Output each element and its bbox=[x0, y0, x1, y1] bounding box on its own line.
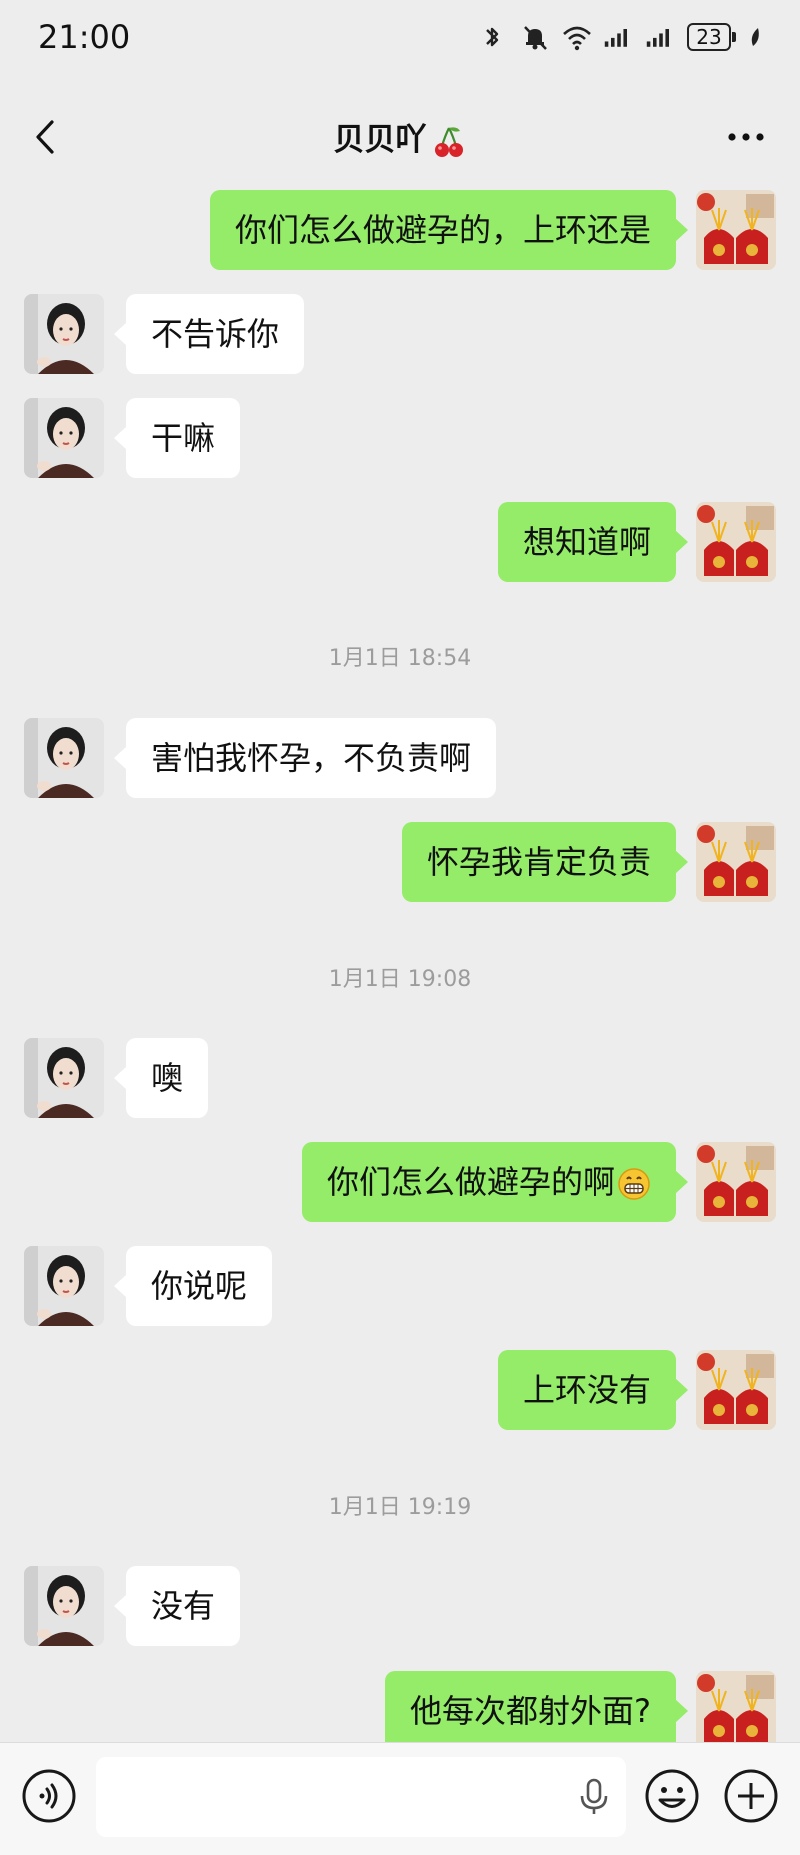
girl-portrait-avatar-image bbox=[24, 1566, 104, 1646]
message-bubble-outgoing[interactable]: 他每次都射外面? bbox=[385, 1671, 688, 1742]
my-avatar[interactable] bbox=[696, 190, 776, 270]
message-bubble-outgoing[interactable]: 你们怎么做避孕的，上环还是 bbox=[209, 190, 689, 270]
lucky-bag-avatar-image bbox=[696, 1671, 776, 1742]
more-dots-icon[interactable] bbox=[718, 114, 774, 160]
voice-wave-icon[interactable] bbox=[20, 1767, 78, 1825]
my-avatar[interactable] bbox=[696, 1142, 776, 1222]
grinning-face-emoji-icon bbox=[618, 1168, 650, 1200]
message-bubble-outgoing[interactable]: 想知道啊 bbox=[497, 502, 689, 582]
battery-indicator: 23 bbox=[687, 23, 736, 51]
message-bubble-outgoing[interactable]: 你们怎么做避孕的啊 bbox=[301, 1142, 689, 1222]
input-bar bbox=[0, 1742, 800, 1855]
signal-icon-2 bbox=[646, 29, 669, 47]
contact-avatar[interactable] bbox=[24, 398, 104, 478]
message-bubble-incoming[interactable]: 没有 bbox=[113, 1566, 241, 1646]
message-timestamp: 1月1日 19:08 bbox=[328, 967, 472, 992]
leaf-icon bbox=[751, 28, 759, 46]
mute-bell-icon bbox=[524, 26, 547, 50]
lucky-bag-avatar-image bbox=[696, 502, 776, 582]
battery-cap bbox=[732, 32, 736, 42]
girl-portrait-avatar-image bbox=[24, 1038, 104, 1118]
message-bubble-incoming[interactable]: 害怕我怀孕，不负责啊 bbox=[113, 718, 497, 798]
girl-portrait-avatar-image bbox=[24, 718, 104, 798]
contact-avatar[interactable] bbox=[24, 1246, 104, 1326]
my-avatar[interactable] bbox=[696, 1350, 776, 1430]
cherry-icon bbox=[434, 126, 463, 157]
contact-avatar[interactable] bbox=[24, 1566, 104, 1646]
my-avatar[interactable] bbox=[696, 822, 776, 902]
lucky-bag-avatar-image bbox=[696, 190, 776, 270]
contact-avatar[interactable] bbox=[24, 294, 104, 374]
chat-title: 贝贝吖 bbox=[0, 114, 800, 160]
chat-header: 贝贝吖 bbox=[0, 92, 800, 182]
girl-portrait-avatar-image bbox=[24, 398, 104, 478]
message-input[interactable] bbox=[96, 1757, 626, 1837]
status-icons: 23 bbox=[477, 22, 764, 52]
message-bubble-outgoing[interactable]: 怀孕我肯定负责 bbox=[401, 822, 689, 902]
girl-portrait-avatar-image bbox=[24, 294, 104, 374]
girl-portrait-avatar-image bbox=[24, 1246, 104, 1326]
message-timestamp: 1月1日 19:19 bbox=[328, 1495, 472, 1520]
contact-avatar[interactable] bbox=[24, 718, 104, 798]
contact-name: 贝贝吖 bbox=[333, 122, 427, 158]
battery-level: 23 bbox=[687, 23, 731, 51]
contact-avatar[interactable] bbox=[24, 1038, 104, 1118]
message-bubble-incoming[interactable]: 不告诉你 bbox=[113, 294, 305, 374]
status-bar: 21:00 23 bbox=[0, 0, 800, 80]
my-avatar[interactable] bbox=[696, 1671, 776, 1742]
message-text: 你们怎么做避孕的啊 bbox=[326, 1163, 615, 1201]
lucky-bag-avatar-image bbox=[696, 1350, 776, 1430]
message-bubble-incoming[interactable]: 噢 bbox=[113, 1038, 209, 1118]
wifi-icon bbox=[563, 26, 591, 51]
smiley-icon[interactable] bbox=[643, 1767, 701, 1825]
status-time: 21:00 bbox=[38, 18, 131, 56]
my-avatar[interactable] bbox=[696, 502, 776, 582]
lucky-bag-avatar-image bbox=[696, 822, 776, 902]
message-bubble-outgoing[interactable]: 上环没有 bbox=[497, 1350, 689, 1430]
bluetooth-icon bbox=[486, 27, 499, 47]
signal-icon-1 bbox=[604, 29, 627, 47]
message-bubble-incoming[interactable]: 干嘛 bbox=[113, 398, 241, 478]
microphone-icon[interactable] bbox=[576, 1777, 612, 1817]
message-timestamp: 1月1日 18:54 bbox=[328, 646, 472, 671]
lucky-bag-avatar-image bbox=[696, 1142, 776, 1222]
chat-message-list[interactable]: 你们怎么做避孕的，上环还是 不告诉你 干嘛 想知道啊 1月1日 18:54 害怕… bbox=[0, 182, 800, 1742]
message-bubble-incoming[interactable]: 你说呢 bbox=[113, 1246, 273, 1326]
plus-circle-icon[interactable] bbox=[722, 1767, 780, 1825]
